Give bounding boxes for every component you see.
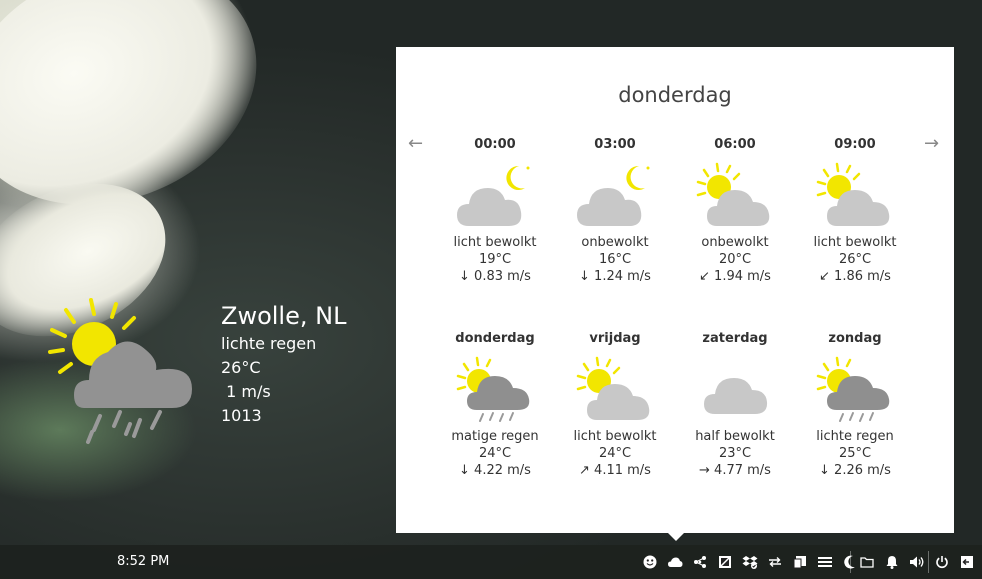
daily-forecast-item[interactable]: zaterdag half bewolkt 23°C → 4.77 m/s (675, 330, 795, 479)
forecast-time: 06:00 (714, 137, 756, 152)
daily-forecast-item[interactable]: vrijdag licht bewolkt 24°C ↗ 4.11 m/s (555, 330, 675, 479)
widget-condition: lichte regen (221, 334, 317, 353)
system-tray (641, 553, 866, 571)
forecast-temperature: 24°C (478, 446, 512, 461)
list-icon[interactable] (816, 553, 834, 571)
forecast-wind: ↗ 4.11 m/s (579, 463, 651, 478)
forecast-temperature: 19°C (478, 252, 512, 267)
sync-icon[interactable] (766, 553, 784, 571)
exit-icon[interactable] (958, 553, 976, 571)
notification-bell-icon[interactable] (883, 553, 901, 571)
forecast-wind: → 4.77 m/s (699, 463, 771, 478)
forecast-wind: ↓ 2.26 m/s (819, 463, 891, 478)
forecast-condition: licht bewolkt (453, 235, 537, 250)
widget-pressure: 1013 (221, 406, 262, 425)
sun-cloud-icon (696, 162, 770, 226)
forecast-time: 03:00 (594, 137, 636, 152)
forecast-day: vrijdag (589, 331, 641, 346)
forecast-popup: donderdag ← → 00:00 licht bewolkt 19°C ↓… (396, 47, 954, 541)
forecast-time: 00:00 (474, 137, 516, 152)
forecast-time: 09:00 (834, 137, 876, 152)
widget-temperature: 26°C (221, 358, 261, 377)
forecast-day: zondag (828, 331, 882, 346)
sun-cloud-rain-icon (456, 356, 530, 422)
forecast-temperature: 16°C (598, 252, 632, 267)
hourly-forecast-item[interactable]: 03:00 onbewolkt 16°C ↓ 1.24 m/s (555, 136, 675, 285)
screenshot-icon[interactable] (716, 553, 734, 571)
forecast-wind: ↓ 4.22 m/s (459, 463, 531, 478)
forecast-condition: licht bewolkt (573, 429, 657, 444)
forecast-wind: ↙ 1.94 m/s (699, 269, 771, 284)
volume-icon[interactable] (908, 553, 926, 571)
forecast-temperature: 25°C (838, 446, 872, 461)
weather-cloud-icon[interactable] (666, 553, 684, 571)
forecast-temperature: 24°C (598, 446, 632, 461)
forecast-condition: matige regen (451, 429, 539, 444)
forecast-condition: licht bewolkt (813, 235, 897, 250)
forecast-condition: lichte regen (816, 429, 894, 444)
forecast-wind: ↙ 1.86 m/s (819, 269, 891, 284)
cloud-icon (704, 378, 768, 414)
emoji-icon[interactable] (641, 553, 659, 571)
power-icon[interactable] (933, 553, 951, 571)
sun-cloud-rain-icon (48, 298, 192, 444)
taskbar-clock[interactable]: 8:52 PM (117, 554, 169, 569)
share-icon[interactable] (691, 553, 709, 571)
forecast-temperature: 26°C (838, 252, 872, 267)
moon-cloud-icon (457, 165, 530, 226)
forecast-temperature: 20°C (718, 252, 752, 267)
widget-city: Zwolle, NL (221, 302, 347, 330)
notes-icon[interactable] (791, 553, 809, 571)
system-tray-secondary (858, 553, 933, 571)
forecast-temperature: 23°C (718, 446, 752, 461)
hourly-forecast-item[interactable]: 06:00 onbewolkt 20°C ↙ 1.94 m/s (675, 136, 795, 285)
sun-cloud-rain-icon (816, 356, 890, 422)
previous-arrow-button[interactable]: ← (408, 133, 423, 154)
dropbox-icon[interactable] (741, 553, 759, 571)
forecast-condition: half bewolkt (695, 429, 775, 444)
popup-title: donderdag (618, 83, 732, 107)
sun-cloud-icon (576, 356, 650, 420)
forecast-wind: ↓ 0.83 m/s (459, 269, 531, 284)
session-tray (933, 553, 982, 571)
forecast-day: zaterdag (702, 331, 768, 346)
hourly-forecast-item[interactable]: 09:00 licht bewolkt 26°C ↙ 1.86 m/s (795, 136, 915, 285)
daily-forecast-item[interactable]: donderdag matige regen 24°C ↓ 4.22 m/s (435, 330, 555, 479)
folder-icon[interactable] (858, 553, 876, 571)
forecast-condition: onbewolkt (581, 235, 649, 250)
taskbar: 8:52 PM (0, 545, 982, 579)
tray-separator (850, 551, 851, 573)
tray-separator (928, 551, 929, 573)
next-arrow-button[interactable]: → (924, 133, 939, 154)
sun-cloud-icon (816, 162, 890, 226)
daily-forecast-item[interactable]: zondag lichte regen 25°C ↓ 2.26 m/s (795, 330, 915, 479)
forecast-day: donderdag (455, 331, 535, 346)
forecast-wind: ↓ 1.24 m/s (579, 269, 651, 284)
widget-wind: 1 m/s (221, 382, 271, 401)
moon-cloud-icon (577, 165, 650, 226)
forecast-condition: onbewolkt (701, 235, 769, 250)
hourly-forecast-item[interactable]: 00:00 licht bewolkt 19°C ↓ 0.83 m/s (435, 136, 555, 285)
